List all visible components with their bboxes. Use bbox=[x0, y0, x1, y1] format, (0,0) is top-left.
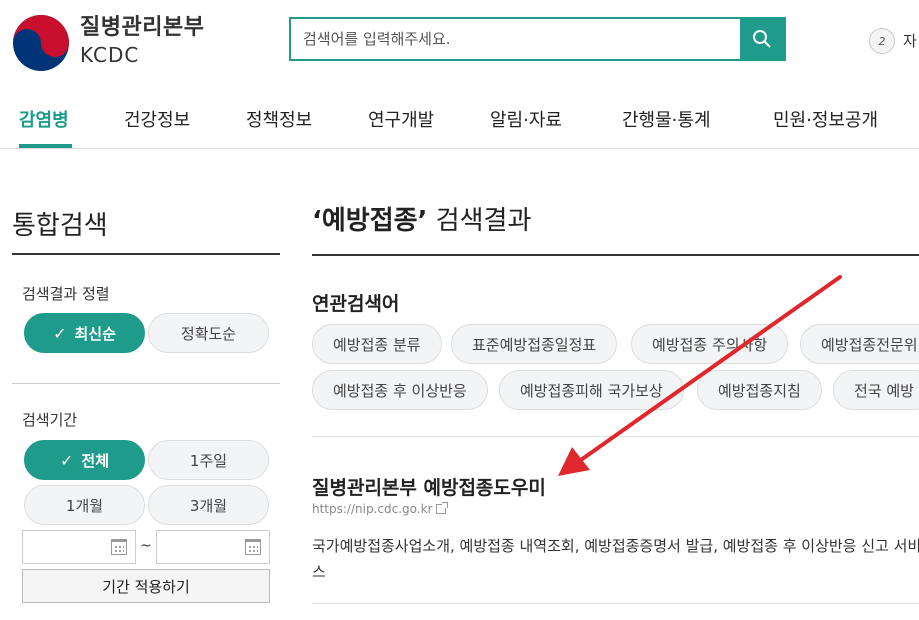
period-all-label: 전체 bbox=[81, 451, 109, 470]
section-divider bbox=[312, 436, 919, 437]
nav-active-indicator bbox=[19, 144, 72, 148]
result-description: 국가예방접종사업소개, 예방접종 내역조회, 예방접종증명서 발급, 예방접종 … bbox=[312, 537, 919, 581]
end-date-field[interactable] bbox=[156, 530, 270, 564]
sort-label: 검색결과 정렬 bbox=[22, 285, 110, 303]
results-heading-suffix: 검색결과 bbox=[427, 206, 532, 236]
related-keywords-label: 연관검색어 bbox=[312, 293, 400, 315]
related-keyword-chip[interactable]: 예방접종 분류 bbox=[312, 324, 442, 364]
start-date-field[interactable] bbox=[22, 530, 136, 564]
period-1month-button[interactable]: 1개월 bbox=[24, 485, 145, 525]
nav-item-health-info[interactable]: 건강정보 bbox=[124, 106, 190, 132]
results-heading: ‘예방접종’ 검색결과 bbox=[312, 200, 531, 237]
nav-item-research[interactable]: 연구개발 bbox=[368, 106, 434, 132]
period-1week-label: 1주일 bbox=[189, 451, 228, 470]
sidebar-divider bbox=[12, 383, 280, 384]
lang-badge[interactable]: 2 bbox=[869, 28, 895, 54]
related-keyword-chip[interactable]: 전국 예방 bbox=[833, 370, 919, 410]
related-keyword-chip[interactable]: 예방접종 주의사항 bbox=[631, 324, 789, 364]
calendar-icon[interactable] bbox=[111, 539, 127, 555]
related-keyword-chip[interactable]: 예방접종피해 국가보상 bbox=[499, 370, 684, 410]
related-keyword-chip[interactable]: 예방접종지침 bbox=[697, 370, 822, 410]
search-input[interactable] bbox=[291, 19, 740, 59]
related-keyword-chip[interactable]: 예방접종전문위 bbox=[800, 324, 919, 364]
results-divider bbox=[312, 254, 919, 256]
period-all-button[interactable]: ✓ 전체 bbox=[24, 440, 145, 480]
date-separator: ~ bbox=[140, 538, 152, 554]
nav-item-infectious-disease[interactable]: 감염병 bbox=[19, 106, 69, 132]
sidebar-title: 통합검색 bbox=[12, 211, 108, 241]
nav-item-notice[interactable]: 알림·자료 bbox=[490, 106, 562, 132]
period-1month-label: 1개월 bbox=[65, 496, 104, 515]
site-header: 질병관리본부 KCDC 2 자 bbox=[0, 0, 919, 88]
lang-link[interactable]: 자 bbox=[903, 30, 917, 51]
sidebar-divider bbox=[12, 253, 280, 255]
check-icon: ✓ bbox=[53, 323, 67, 343]
period-1week-button[interactable]: 1주일 bbox=[148, 440, 269, 480]
result-title-link[interactable]: 질병관리본부 예방접종도우미 bbox=[312, 473, 546, 500]
calendar-icon[interactable] bbox=[245, 539, 261, 555]
search-box bbox=[289, 17, 786, 61]
nav-item-civil-service[interactable]: 민원·정보공개 bbox=[773, 106, 878, 132]
result-url-text: https://nip.cdc.go.kr bbox=[312, 502, 433, 516]
sort-accuracy-button[interactable]: 정확도순 bbox=[148, 313, 269, 353]
section-divider bbox=[312, 603, 919, 604]
search-icon bbox=[753, 30, 771, 48]
result-url[interactable]: https://nip.cdc.go.kr bbox=[312, 502, 449, 516]
sort-accuracy-label: 정확도순 bbox=[180, 324, 237, 343]
search-button[interactable] bbox=[740, 19, 784, 59]
search-query: ‘예방접종’ bbox=[312, 206, 428, 236]
main-nav: 감염병 건강정보 정책정보 연구개발 알림·자료 간행물·통계 민원·정보공개 bbox=[0, 88, 919, 149]
period-3month-button[interactable]: 3개월 bbox=[148, 485, 269, 525]
related-keyword-chip[interactable]: 표준예방접종일정표 bbox=[451, 324, 618, 364]
period-label: 검색기간 bbox=[22, 411, 78, 429]
logo-sub: KCDC bbox=[80, 43, 140, 67]
period-3month-label: 3개월 bbox=[189, 496, 228, 515]
logo-text[interactable]: 질병관리본부 KCDC bbox=[80, 14, 204, 68]
sort-latest-label: 최신순 bbox=[74, 324, 116, 343]
logo-name: 질병관리본부 bbox=[80, 15, 205, 40]
apply-period-button[interactable]: 기간 적용하기 bbox=[22, 569, 270, 603]
kcdc-logo-icon[interactable] bbox=[12, 14, 70, 72]
related-keyword-chip[interactable]: 예방접종 후 이상반응 bbox=[312, 370, 488, 410]
external-link-icon bbox=[436, 502, 449, 514]
sort-latest-button[interactable]: ✓ 최신순 bbox=[24, 313, 145, 353]
nav-item-publications[interactable]: 간행물·통계 bbox=[622, 106, 711, 132]
check-icon: ✓ bbox=[59, 450, 74, 470]
nav-item-policy-info[interactable]: 정책정보 bbox=[246, 106, 312, 132]
